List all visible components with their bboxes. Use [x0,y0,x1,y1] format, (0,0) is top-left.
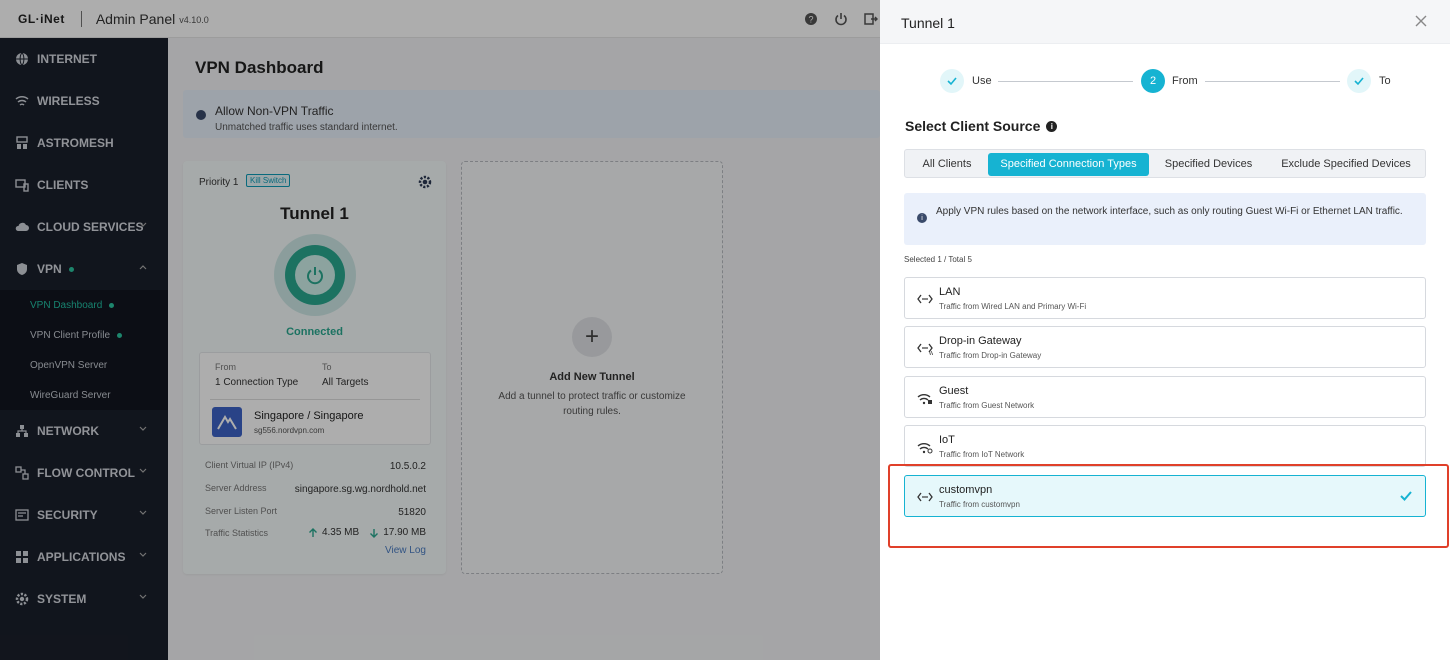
close-icon[interactable] [1414,14,1428,28]
option-guest[interactable]: Guest Traffic from Guest Network [904,376,1426,418]
option-desc: Traffic from Guest Network [939,401,1035,410]
option-name: IoT [939,434,955,446]
option-desc: Traffic from Drop-in Gateway [939,351,1042,360]
step-from-number: 2 [1141,69,1165,93]
option-drop-in-gateway[interactable]: W Drop-in Gateway Traffic from Drop-in G… [904,326,1426,368]
step-connector [1205,81,1340,82]
tab-all-clients[interactable]: All Clients [908,153,986,176]
tab-specified-devices[interactable]: Specified Devices [1151,153,1266,176]
option-name: Guest [939,385,969,397]
step-connector [998,81,1133,82]
drawer-header: Tunnel 1 [880,0,1450,44]
info-icon[interactable]: i [1046,120,1058,132]
option-name: LAN [939,286,961,298]
svg-text:W: W [929,351,933,355]
client-source-tabs: All Clients Specified Connection Types S… [904,149,1426,178]
gateway-icon: W [917,343,933,355]
iot-wifi-icon [917,443,933,454]
step-from-label: From [1172,75,1198,87]
highlight-box [888,464,1449,548]
option-lan[interactable]: LAN Traffic from Wired LAN and Primary W… [904,277,1426,319]
drawer-title: Tunnel 1 [901,15,955,31]
option-desc: Traffic from IoT Network [939,450,1025,459]
modal-overlay[interactable] [0,0,880,660]
tab-exclude-specified-devices[interactable]: Exclude Specified Devices [1268,153,1424,176]
info-icon: i [917,213,927,223]
option-desc: Traffic from Wired LAN and Primary Wi-Fi [939,302,1087,311]
info-note: i Apply VPN rules based on the network i… [904,193,1426,245]
guest-wifi-icon [917,394,932,405]
step-use-label: Use [972,75,992,87]
section-title-text: Select Client Source [905,118,1041,134]
tab-specified-connection-types[interactable]: Specified Connection Types [988,153,1149,176]
option-name: Drop-in Gateway [939,335,1022,347]
step-use-check-icon [940,69,964,93]
step-to-check-icon [1347,69,1371,93]
selected-count: Selected 1 / Total 5 [904,255,972,264]
step-to-label: To [1379,75,1391,87]
option-iot[interactable]: IoT Traffic from IoT Network [904,425,1426,467]
info-note-text: Apply VPN rules based on the network int… [936,206,1403,217]
tunnel-drawer: Tunnel 1 Use 2 From To Select Client Sou… [880,0,1450,660]
stepper: Use 2 From To [940,69,1400,93]
section-title: Select Client Source i [905,118,1058,134]
ethernet-icon [917,294,933,304]
